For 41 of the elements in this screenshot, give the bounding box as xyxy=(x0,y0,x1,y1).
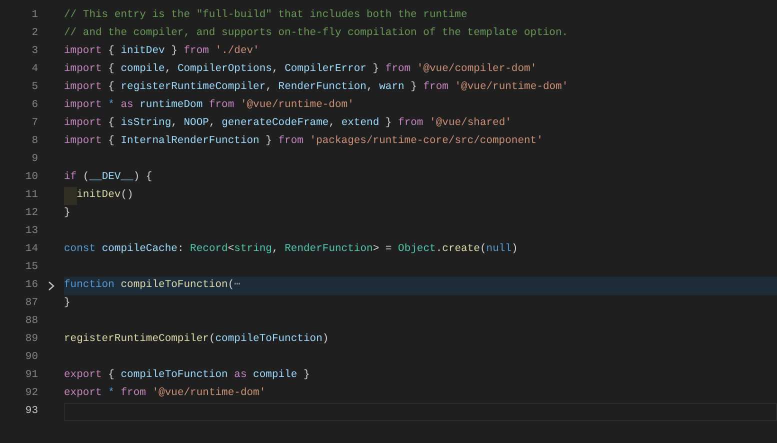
code-line: export { compileToFunction as compile } xyxy=(64,368,310,384)
line-number: 7 xyxy=(30,116,38,132)
code-line: import * as runtimeDom from '@vue/runtime-dom' xyxy=(64,98,354,114)
line-number: 8 xyxy=(30,134,38,150)
line-number: 90 xyxy=(24,350,38,366)
code-line: // and the compiler, and supports on-the-fly compilation of the template option. xyxy=(64,26,568,42)
line-number: 15 xyxy=(24,260,38,276)
line-number: 11 xyxy=(24,188,38,204)
code-line: // This entry is the "full-build" that includes both the runtime xyxy=(64,8,468,24)
code-line: if (__DEV__) { xyxy=(64,170,152,186)
code-line: registerRuntimeCompiler(compileToFunction) xyxy=(64,332,329,348)
line-number: 91 xyxy=(24,368,38,384)
chevron-icon[interactable] xyxy=(48,281,54,291)
line-number: 2 xyxy=(30,26,38,42)
code-line: import { initDev } from './dev' xyxy=(64,44,260,60)
line-number: 5 xyxy=(30,80,38,96)
code-line: import { compile, CompilerOptions, CompilerError } from '@vue/compiler-dom' xyxy=(64,62,537,78)
line-number: 3 xyxy=(30,44,38,60)
line-number: 6 xyxy=(30,98,38,114)
code-line: import { isString, NOOP, generateCodeFrame, extend } from '@vue/shared' xyxy=(64,116,512,132)
line-number: 13 xyxy=(24,224,38,240)
line-number: 93 xyxy=(24,404,38,420)
line-number: 88 xyxy=(24,314,38,330)
line-number: 12 xyxy=(24,206,38,222)
code-line: import { registerRuntimeCompiler, RenderFunction, warn } from '@vue/runtime-dom' xyxy=(64,80,568,96)
line-number: 16 xyxy=(24,278,38,294)
line-number: 92 xyxy=(24,386,38,402)
code-line: initDev() xyxy=(76,188,134,204)
code-line: export * from '@vue/runtime-dom' xyxy=(64,386,266,402)
code-line: const compileCache: Record<string, RenderFunction> = Object.create(null) xyxy=(64,242,518,258)
line-number: 1 xyxy=(30,8,38,24)
line-number: 4 xyxy=(30,62,38,78)
code-line: function compileToFunction(⋯ xyxy=(64,278,240,294)
code-line: import { InternalRenderFunction } from 'packages/runtime-core/src/component' xyxy=(64,134,543,150)
line-number: 10 xyxy=(24,170,38,186)
line-number: 87 xyxy=(24,296,38,312)
code-line: } xyxy=(64,296,70,312)
code-line: } xyxy=(64,206,70,222)
line-number: 9 xyxy=(30,152,38,168)
line-number: 89 xyxy=(24,332,38,348)
line-number: 14 xyxy=(24,242,38,258)
